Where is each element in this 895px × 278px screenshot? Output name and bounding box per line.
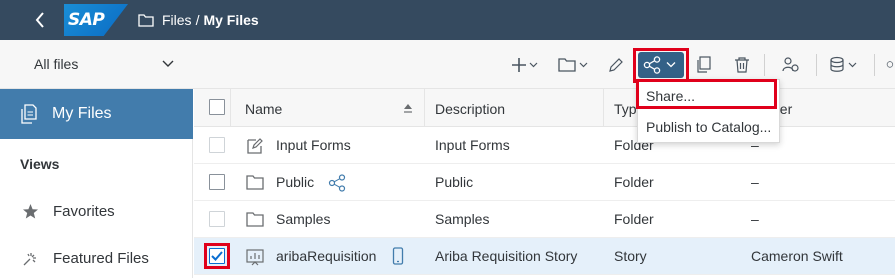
edit-icon bbox=[609, 58, 623, 72]
story-icon bbox=[246, 248, 264, 266]
edit-button[interactable] bbox=[606, 52, 626, 78]
cell-name[interactable]: Public bbox=[276, 174, 314, 190]
sidebar-item-my-files[interactable]: My Files bbox=[0, 89, 193, 139]
add-button[interactable] bbox=[508, 52, 542, 78]
folder-icon bbox=[246, 174, 264, 190]
delete-icon bbox=[735, 57, 749, 73]
table-row[interactable]: Public Public Folder – bbox=[194, 164, 895, 201]
chevron-left-icon bbox=[35, 12, 44, 28]
folder-icon bbox=[558, 58, 588, 72]
cell-owner: – bbox=[751, 174, 759, 190]
cell-type: Folder bbox=[614, 174, 654, 190]
shell-bar: SAP Files / My Files bbox=[0, 0, 895, 40]
table-row[interactable]: Samples Samples Folder – bbox=[194, 201, 895, 238]
row-checkbox[interactable] bbox=[209, 174, 225, 190]
featured-icon bbox=[22, 250, 39, 267]
add-icon bbox=[512, 58, 538, 72]
mobile-icon bbox=[392, 247, 404, 265]
cell-description: Samples bbox=[435, 211, 490, 227]
share-menu-item-highlight bbox=[636, 79, 777, 109]
sort-ascending-icon[interactable] bbox=[403, 103, 413, 113]
data-icon bbox=[830, 56, 857, 72]
column-header-name[interactable]: Name bbox=[245, 101, 282, 117]
select-all-checkbox[interactable] bbox=[209, 99, 225, 115]
toolbar-divider bbox=[874, 54, 875, 76]
menu-item-publish-to-catalog[interactable]: Publish to Catalog... bbox=[638, 113, 779, 141]
copy-button[interactable] bbox=[694, 52, 714, 78]
file-filter-value: All files bbox=[34, 56, 79, 72]
sidebar-item-featured-files[interactable]: Featured Files bbox=[0, 243, 193, 273]
data-button[interactable] bbox=[828, 52, 862, 78]
cell-name[interactable]: Samples bbox=[276, 211, 330, 227]
views-header: Views bbox=[20, 156, 60, 172]
toolbar-divider bbox=[816, 54, 817, 76]
sidebar-item-label: Featured Files bbox=[53, 249, 149, 267]
chevron-down-icon bbox=[162, 60, 174, 67]
table-row[interactable]: aribaRequisition Ariba Requisition Story… bbox=[194, 238, 895, 275]
more-button[interactable] bbox=[886, 52, 895, 78]
table-row[interactable]: Input Forms Input Forms Folder – bbox=[194, 127, 895, 164]
column-divider bbox=[603, 89, 604, 127]
cell-owner: – bbox=[751, 211, 759, 227]
files-table: Name Description Type Owner Input Forms … bbox=[194, 89, 895, 278]
sidebar-item-label: Favorites bbox=[53, 202, 115, 220]
toolbar-divider bbox=[764, 54, 765, 76]
copy-icon bbox=[697, 56, 711, 73]
cell-description: Public bbox=[435, 174, 474, 190]
column-divider bbox=[424, 89, 425, 127]
logo-text: SAP bbox=[68, 10, 105, 30]
file-filter-dropdown[interactable]: All files bbox=[34, 56, 174, 72]
breadcrumb-current: My Files bbox=[203, 12, 259, 28]
cell-name[interactable]: Input Forms bbox=[276, 137, 351, 153]
row-checkbox[interactable] bbox=[209, 211, 225, 227]
cell-type: Folder bbox=[614, 211, 654, 227]
checkbox-highlight bbox=[204, 243, 230, 269]
input-form-icon bbox=[246, 137, 264, 155]
share-button-highlight bbox=[633, 48, 689, 83]
breadcrumb: Files / My Files bbox=[138, 12, 259, 28]
breadcrumb-separator: / bbox=[195, 12, 200, 28]
row-checkbox[interactable] bbox=[209, 137, 225, 153]
sidebar: My Files Views Favorites Featured Files bbox=[0, 89, 193, 278]
cell-description: Ariba Requisition Story bbox=[435, 248, 578, 264]
back-button[interactable] bbox=[24, 0, 56, 40]
sharing-settings-button[interactable] bbox=[780, 52, 802, 78]
search-icon bbox=[886, 61, 894, 68]
sidebar-item-favorites[interactable]: Favorites bbox=[0, 196, 193, 226]
cell-description: Input Forms bbox=[435, 137, 510, 153]
sap-logo[interactable]: SAP bbox=[64, 4, 128, 36]
folder-icon bbox=[138, 13, 154, 27]
sharing-settings-icon bbox=[782, 57, 799, 72]
breadcrumb-files[interactable]: Files bbox=[162, 12, 192, 28]
folder-icon bbox=[246, 211, 264, 227]
delete-button[interactable] bbox=[732, 52, 752, 78]
table-header: Name Description Type Owner bbox=[194, 89, 895, 127]
star-icon bbox=[22, 203, 39, 220]
shared-icon bbox=[328, 174, 346, 192]
column-header-description[interactable]: Description bbox=[435, 101, 505, 117]
cell-name[interactable]: aribaRequisition bbox=[276, 248, 376, 264]
cell-owner: Cameron Swift bbox=[751, 248, 843, 264]
cell-type: Story bbox=[614, 248, 647, 264]
sidebar-item-label: My Files bbox=[52, 105, 112, 122]
column-divider bbox=[230, 89, 231, 127]
my-files-icon bbox=[20, 104, 38, 124]
new-folder-button[interactable] bbox=[556, 52, 592, 78]
